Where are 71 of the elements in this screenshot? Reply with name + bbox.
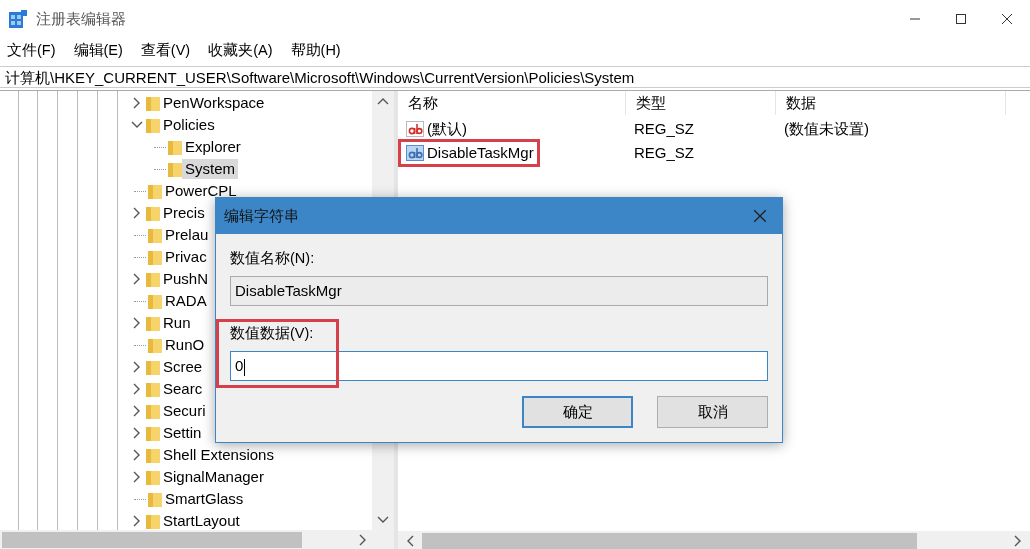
field-label: 数值数据(V): bbox=[230, 324, 315, 343]
scroll-right-icon bbox=[1014, 535, 1022, 547]
folder-icon bbox=[146, 271, 160, 287]
value-type: REG_SZ bbox=[633, 142, 695, 163]
column-header[interactable]: 数据 bbox=[776, 91, 1006, 115]
tree-item[interactable]: PenWorkspace bbox=[160, 93, 268, 113]
scroll-right-icon bbox=[359, 534, 367, 546]
tree-item[interactable]: Searc bbox=[160, 379, 206, 399]
tree-item[interactable]: System bbox=[182, 159, 238, 179]
cancel-button[interactable]: 取消 bbox=[657, 396, 768, 428]
folder-icon bbox=[146, 359, 160, 375]
tree-item[interactable]: PushN bbox=[160, 269, 212, 289]
close-icon bbox=[754, 210, 766, 222]
menu-item[interactable]: 帮助(H) bbox=[281, 40, 350, 62]
menu-item[interactable]: 查看(V) bbox=[131, 40, 200, 62]
folder-icon bbox=[148, 337, 162, 353]
folder-icon bbox=[168, 161, 182, 177]
field-label: 数值名称(N): bbox=[230, 249, 316, 268]
folder-icon bbox=[146, 513, 160, 529]
tree-item[interactable]: Run bbox=[160, 313, 194, 333]
folder-icon bbox=[146, 205, 160, 221]
value-data: (数值未设置) bbox=[783, 118, 870, 139]
tree-item[interactable]: Shell Extensions bbox=[160, 445, 277, 465]
tree-item[interactable]: SignalManager bbox=[160, 467, 267, 487]
tree-item[interactable]: Settin bbox=[160, 423, 205, 443]
address-bar[interactable]: 计算机\HKEY_CURRENT_USER\Software\Microsoft\Windows\CurrentVersion\Policies\System bbox=[0, 66, 1030, 88]
dialog-title: 编辑字符串 bbox=[224, 205, 299, 226]
tree-item[interactable]: Prelau bbox=[162, 225, 212, 245]
folder-icon bbox=[148, 491, 162, 507]
tree-item[interactable]: Policies bbox=[160, 115, 218, 135]
folder-icon bbox=[146, 381, 160, 397]
folder-icon bbox=[146, 469, 160, 485]
folder-icon bbox=[146, 315, 160, 331]
folder-icon bbox=[148, 227, 162, 243]
folder-icon bbox=[146, 425, 160, 441]
tree-item[interactable]: Precis bbox=[160, 203, 208, 223]
input-field[interactable]: DisableTaskMgr bbox=[230, 276, 768, 306]
tree-item[interactable]: Privac bbox=[162, 247, 210, 267]
window-title: 注册表编辑器 bbox=[36, 8, 127, 29]
tree-item[interactable]: RunO bbox=[162, 335, 208, 355]
scroll-left-icon bbox=[406, 535, 414, 547]
menu-item[interactable]: 编辑(E) bbox=[64, 40, 132, 62]
folder-icon bbox=[146, 95, 160, 111]
column-header[interactable]: 类型 bbox=[626, 91, 776, 115]
folder-icon bbox=[146, 447, 160, 463]
menu-item[interactable]: 收藏夹(A) bbox=[199, 40, 282, 62]
tree-item[interactable]: Explorer bbox=[182, 137, 244, 157]
value-name: (默认) bbox=[427, 118, 467, 139]
folder-icon bbox=[148, 183, 162, 199]
ok-button[interactable]: 确定 bbox=[522, 396, 633, 428]
value-type: REG_SZ bbox=[633, 118, 695, 139]
menu-item[interactable]: 文件(F) bbox=[0, 40, 65, 62]
folder-icon bbox=[148, 249, 162, 265]
scroll-up-icon bbox=[377, 97, 389, 105]
tree-item[interactable]: Scree bbox=[160, 357, 206, 377]
value-name: DisableTaskMgr bbox=[427, 142, 534, 163]
scroll-down-icon bbox=[377, 516, 389, 524]
column-header[interactable]: 名称 bbox=[398, 91, 626, 115]
folder-icon bbox=[148, 293, 162, 309]
tree-item[interactable]: SmartGlass bbox=[162, 489, 247, 509]
folder-icon bbox=[146, 403, 160, 419]
folder-icon bbox=[168, 139, 182, 155]
tree-item[interactable]: PowerCPL bbox=[162, 181, 240, 201]
tree-item[interactable]: StartLayout bbox=[160, 511, 243, 530]
tree-item[interactable]: Securi bbox=[160, 401, 209, 421]
folder-icon bbox=[146, 117, 160, 133]
app-icon bbox=[8, 9, 28, 29]
close-icon bbox=[1002, 14, 1012, 24]
maximize-icon bbox=[956, 14, 966, 24]
tree-item[interactable]: RADA bbox=[162, 291, 210, 311]
input-field[interactable]: 0 bbox=[230, 351, 768, 381]
